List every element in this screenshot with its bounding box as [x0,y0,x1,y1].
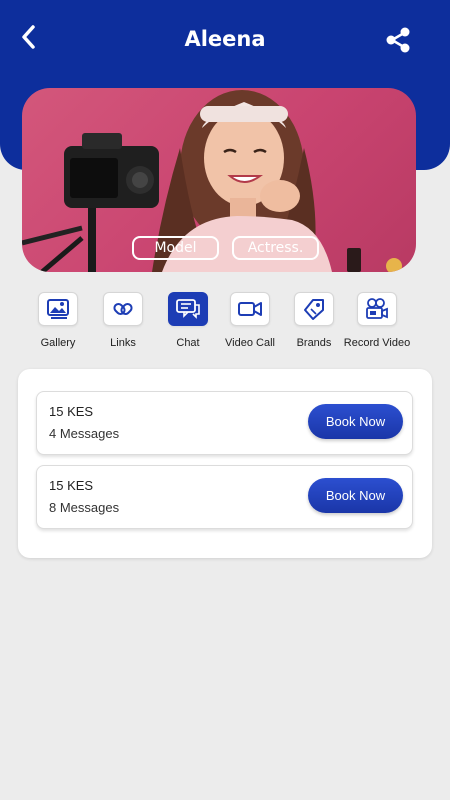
record-video-label: Record Video [343,337,411,349]
offer-messages: 4 Messages [49,426,120,441]
offer-price: 15 KES [49,478,94,493]
brands-label: Brands [296,337,332,349]
video-call-tile [230,292,270,326]
tag-icon [304,299,324,320]
offer-card: 15 KES 4 Messages Book Now [36,391,413,455]
tag-actress: Actress. [232,236,319,260]
brands-button[interactable]: Brands [279,292,349,356]
profile-hero-image [22,88,416,272]
video-icon [238,302,262,316]
brands-tile [294,292,334,326]
chat-tile [168,292,208,326]
image-icon [47,299,69,319]
chat-button[interactable]: Chat [153,292,223,356]
share-icon [386,27,410,53]
tag-model: Model [132,236,219,260]
record-video-tile [357,292,397,326]
gallery-button[interactable]: Gallery [23,292,93,356]
links-button[interactable]: Links [88,292,158,356]
video-camera-icon [366,298,388,319]
offer-price: 15 KES [49,404,94,419]
links-tile [103,292,143,326]
booking-panel: 15 KES 4 Messages Book Now 15 KES 8 Mess… [18,369,432,558]
offer-card: 15 KES 8 Messages Book Now [36,465,413,529]
video-call-label: Video Call [225,337,275,349]
share-button[interactable] [380,22,416,58]
gallery-label: Gallery [40,337,76,349]
record-video-button[interactable]: Record Video [342,292,412,356]
chat-label: Chat [176,337,200,349]
gallery-tile [38,292,78,326]
link-icon [113,302,133,316]
video-call-button[interactable]: Video Call [215,292,285,356]
hero-illustration [22,90,402,272]
action-bar: Gallery Links Chat Video Call Brands Rec… [20,292,430,356]
chat-icon [176,299,200,319]
links-label: Links [110,337,136,349]
book-now-button[interactable]: Book Now [308,404,403,439]
book-now-button[interactable]: Book Now [308,478,403,513]
offer-messages: 8 Messages [49,500,120,515]
